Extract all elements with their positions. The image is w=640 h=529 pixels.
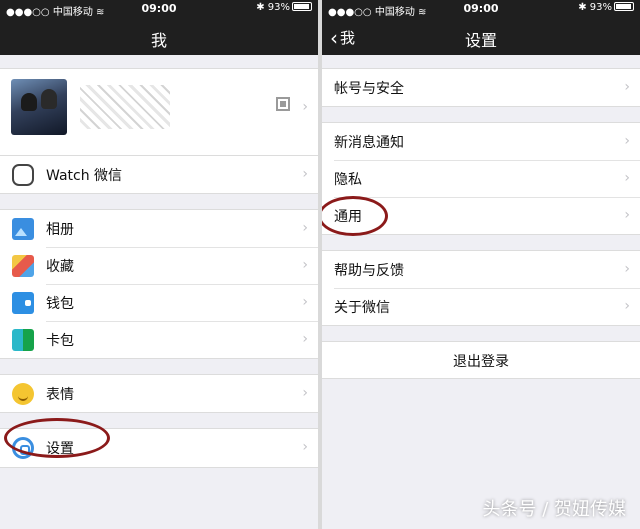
chevron-right-icon: › — [624, 261, 630, 277]
wallet-label: 钱包 — [46, 295, 74, 312]
me-screen: ●●●○○ 中国移动 ≋ 09:00 ✱ 93% 我 › Watch 微信 › … — [0, 0, 318, 529]
features-group: 相册 › 收藏 › 钱包 › 卡包 › — [0, 209, 318, 359]
chevron-right-icon: › — [302, 439, 308, 455]
nav-bar: 我 — [0, 18, 318, 55]
watch-label: Watch 微信 — [46, 167, 123, 184]
chevron-right-icon: › — [302, 294, 308, 310]
settings-item[interactable]: 设置 › — [0, 429, 318, 467]
album-icon — [12, 217, 34, 240]
album-item[interactable]: 相册 › — [0, 210, 318, 247]
chevron-right-icon: › — [302, 385, 308, 401]
battery-icon — [292, 2, 312, 11]
avatar — [11, 79, 67, 135]
favorites-item[interactable]: 收藏 › — [0, 247, 318, 284]
settings-screen: ●●●○○ 中国移动 ≋ 09:00 ✱ 93% ‹ 我 设置 帐号与安全 › 新… — [322, 0, 640, 529]
logout-button[interactable]: 退出登录 — [322, 341, 640, 379]
privacy-label: 隐私 — [334, 171, 362, 188]
profile-card[interactable]: › — [0, 68, 318, 156]
emoji-item[interactable]: 表情 › — [0, 375, 318, 412]
card-item[interactable]: 卡包 › — [0, 321, 318, 358]
wallet-icon — [12, 291, 34, 314]
battery-indicator: ✱ 93% — [256, 2, 312, 13]
wallet-item[interactable]: 钱包 › — [0, 284, 318, 321]
chevron-right-icon: › — [302, 331, 308, 347]
album-label: 相册 — [46, 221, 74, 238]
favorites-icon — [12, 254, 34, 277]
watch-icon — [12, 163, 34, 186]
notification-label: 新消息通知 — [334, 134, 404, 151]
new-message-notification-item[interactable]: 新消息通知 › — [322, 123, 640, 160]
account-security-item[interactable]: 帐号与安全 › — [322, 69, 640, 106]
status-bar: ●●●○○ 中国移动 ≋ 09:00 ✱ 93% — [322, 0, 640, 18]
nav-bar: ‹ 我 设置 — [322, 18, 640, 55]
status-bar: ●●●○○ 中国移动 ≋ 09:00 ✱ 93% — [0, 0, 318, 18]
card-label: 卡包 — [46, 332, 74, 349]
help-feedback-item[interactable]: 帮助与反馈 › — [322, 251, 640, 288]
favorites-label: 收藏 — [46, 258, 74, 275]
general-label: 通用 — [334, 208, 362, 225]
emoji-icon — [12, 382, 34, 405]
battery-indicator: ✱ 93% — [578, 2, 634, 13]
about-wechat-label: 关于微信 — [334, 299, 390, 316]
chevron-right-icon: › — [624, 133, 630, 149]
about-wechat-item[interactable]: 关于微信 › — [322, 288, 640, 325]
chevron-right-icon: › — [302, 166, 308, 182]
gear-icon — [12, 437, 34, 459]
card-icon — [12, 328, 34, 351]
notification-group: 新消息通知 › 隐私 › 通用 › — [322, 122, 640, 235]
battery-icon — [614, 2, 634, 11]
privacy-item[interactable]: 隐私 › — [322, 160, 640, 197]
chevron-right-icon: › — [302, 99, 308, 115]
chevron-right-icon: › — [302, 257, 308, 273]
chevron-right-icon: › — [624, 170, 630, 186]
watch-wechat-item[interactable]: Watch 微信 › — [0, 156, 318, 193]
emoji-label: 表情 — [46, 386, 74, 403]
help-feedback-label: 帮助与反馈 — [334, 262, 404, 279]
chevron-right-icon: › — [302, 220, 308, 236]
chevron-right-icon: › — [624, 79, 630, 95]
watermark: 头条号 / 贺妞传媒 — [482, 499, 626, 520]
qr-code-icon — [276, 97, 290, 111]
account-security-label: 帐号与安全 — [334, 80, 404, 97]
page-title: 设置 — [464, 31, 497, 50]
chevron-right-icon: › — [624, 298, 630, 314]
blurred-nickname — [80, 85, 170, 129]
general-item[interactable]: 通用 › — [322, 197, 640, 234]
settings-label: 设置 — [46, 441, 74, 457]
help-group: 帮助与反馈 › 关于微信 › — [322, 250, 640, 326]
chevron-right-icon: › — [624, 207, 630, 223]
page-title: 我 — [150, 31, 167, 50]
